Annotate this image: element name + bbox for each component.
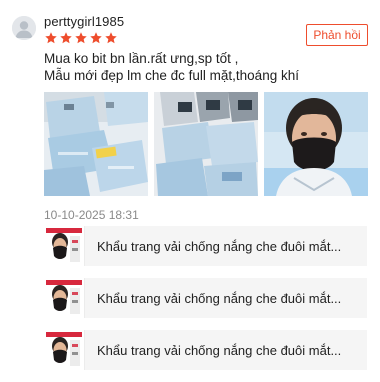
mask-package-image [44, 92, 148, 196]
star-icon [105, 32, 117, 44]
reply-button[interactable]: Phản hồi [306, 24, 368, 46]
star-icon [60, 32, 72, 44]
review-card: perttygirl1985 Phản hồi Mua ko bit bn lầ… [0, 0, 380, 380]
star-icon [90, 32, 102, 44]
product-item[interactable]: Khẩu trang vải chống nắng che đuôi mắt..… [44, 330, 367, 370]
mask-product-image [44, 226, 84, 266]
avatar[interactable] [12, 16, 36, 40]
review-photo-1[interactable] [44, 92, 148, 196]
product-item[interactable]: Khẩu trang vải chống nắng che đuôi mắt..… [44, 278, 367, 318]
star-rating [44, 31, 118, 45]
review-date: 10-10-2025 18:31 [44, 208, 139, 222]
review-header: perttygirl1985 Phản hồi [12, 12, 368, 48]
mask-package-image [154, 92, 258, 196]
product-thumbnail [44, 330, 85, 370]
mask-product-image [44, 330, 84, 370]
product-thumbnail [44, 226, 85, 266]
star-icon [45, 32, 57, 44]
person-wearing-mask-image [264, 92, 368, 196]
product-name: Khẩu trang vải chống nắng che đuôi mắt..… [97, 238, 342, 254]
comment-line-2: Mẫu mới đẹp lm che đc full mặt,thoáng kh… [44, 68, 299, 83]
product-thumbnail [44, 278, 85, 318]
username[interactable]: perttygirl1985 [44, 14, 124, 29]
review-photos [44, 92, 368, 196]
review-photo-2[interactable] [154, 92, 258, 196]
product-item[interactable]: Khẩu trang vải chống nắng che đuôi mắt..… [44, 226, 367, 266]
purchased-products: Khẩu trang vải chống nắng che đuôi mắt..… [44, 226, 367, 382]
mask-product-image [44, 278, 84, 318]
comment-line-1: Mua ko bit bn lần.rất ưng,sp tốt , [44, 51, 239, 66]
star-icon [75, 32, 87, 44]
product-name: Khẩu trang vải chống nắng che đuôi mắt..… [97, 342, 342, 358]
review-comment: Mua ko bit bn lần.rất ưng,sp tốt , Mẫu m… [44, 50, 372, 84]
review-photo-3[interactable] [264, 92, 368, 196]
user-icon [12, 16, 36, 40]
product-name: Khẩu trang vải chống nắng che đuôi mắt..… [97, 290, 342, 306]
